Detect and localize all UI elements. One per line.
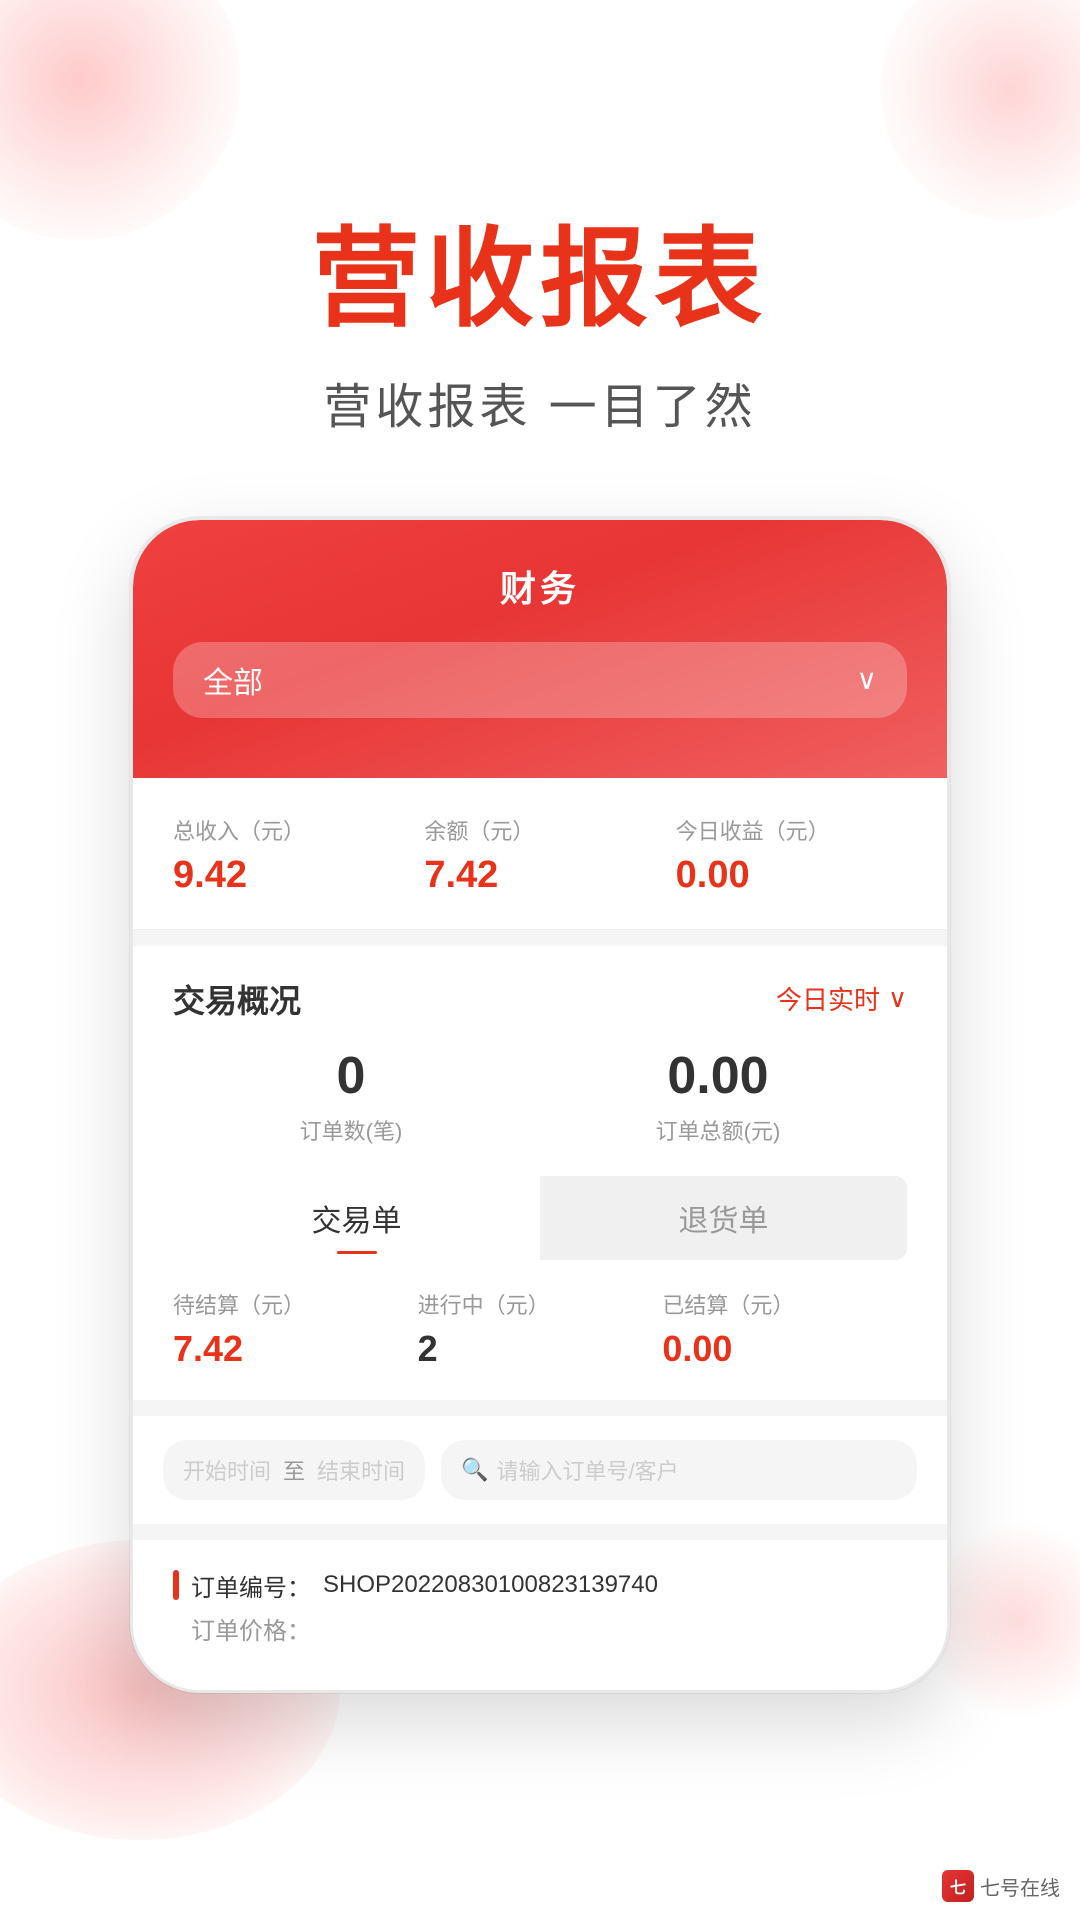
settlement-label-pending: 待结算（元） [173, 1288, 418, 1320]
summary-row: 总收入（元） 9.42 余额（元） 7.42 今日收益（元） 0.00 [173, 814, 907, 897]
summary-label-balance: 余额（元） [424, 814, 655, 846]
stat-order-count: 0 订单数(笔) [300, 1046, 403, 1146]
phone-content: 总收入（元） 9.42 余额（元） 7.42 今日收益（元） 0.00 [133, 778, 947, 1690]
order-number-row: 订单编号： SHOP20220830100823139740 [173, 1568, 907, 1603]
filter-label: 今日实时 [776, 980, 880, 1017]
filter-bar: 开始时间 至 结束时间 🔍 请输入订单号/客户 [133, 1416, 947, 1524]
settlement-row: 待结算（元） 7.42 进行中（元） 2 已结算（元） 0.00 [173, 1288, 907, 1370]
settlement-label-done: 已结算（元） [662, 1288, 907, 1320]
order-indicator [173, 1570, 179, 1600]
tab-transaction-label: 交易单 [312, 1205, 402, 1238]
settlement-value-pending: 7.42 [173, 1328, 418, 1370]
order-price-row: 订单价格： [173, 1611, 907, 1646]
tab-return-label: 退货单 [679, 1205, 769, 1238]
stat-label-order-total: 订单总额(元) [656, 1114, 781, 1146]
watermark: 七 七号在线 [942, 1870, 1060, 1902]
order-list: 订单编号： SHOP20220830100823139740 订单价格： [133, 1540, 947, 1690]
search-input-placeholder: 请输入订单号/客户 [496, 1454, 678, 1486]
summary-label-total-income: 总收入（元） [173, 814, 404, 846]
phone-header-title: 财务 [173, 560, 907, 612]
hero-section: 营收报表 营收报表 一目了然 [0, 0, 1080, 497]
order-number-label: 订单编号： [191, 1568, 311, 1603]
settlement-label-inprogress: 进行中（元） [418, 1288, 663, 1320]
summary-value-balance: 7.42 [424, 854, 655, 897]
tab-transaction[interactable]: 交易单 [173, 1176, 540, 1260]
settlement-done: 已结算（元） 0.00 [662, 1288, 907, 1370]
hero-title: 营收报表 [0, 220, 1080, 339]
summary-value-today: 0.00 [676, 854, 907, 897]
settlement-pending: 待结算（元） 7.42 [173, 1288, 418, 1370]
date-range-picker[interactable]: 开始时间 至 结束时间 [163, 1440, 425, 1500]
watermark-icon: 七 [942, 1870, 974, 1902]
order-price-label: 订单价格： [191, 1611, 311, 1646]
date-end-placeholder: 结束时间 [317, 1454, 405, 1486]
settlement-inprogress: 进行中（元） 2 [418, 1288, 663, 1370]
stat-order-total: 0.00 订单总额(元) [656, 1046, 781, 1146]
date-start-placeholder: 开始时间 [183, 1454, 271, 1486]
stat-value-order-count: 0 [300, 1046, 403, 1106]
date-separator: 至 [283, 1454, 305, 1486]
summary-item-balance: 余额（元） 7.42 [424, 814, 655, 897]
dropdown-selector[interactable]: 全部 ∨ [173, 642, 907, 718]
summary-value-total-income: 9.42 [173, 854, 404, 897]
tab-return[interactable]: 退货单 [540, 1176, 907, 1260]
stat-label-order-count: 订单数(笔) [300, 1114, 403, 1146]
order-number-value: SHOP20220830100823139740 [323, 1571, 658, 1599]
search-bar[interactable]: 🔍 请输入订单号/客户 [441, 1440, 917, 1500]
filter-arrow-icon: ∨ [888, 983, 907, 1014]
phone-frame: 财务 全部 ∨ 总收入（元） 9.42 余额（元） 7.42 [130, 517, 950, 1693]
summary-label-today: 今日收益（元） [676, 814, 907, 846]
watermark-text: 七号在线 [980, 1872, 1060, 1901]
summary-card: 总收入（元） 9.42 余额（元） 7.42 今日收益（元） 0.00 [133, 778, 947, 930]
phone-header: 财务 全部 ∨ [133, 520, 947, 778]
summary-item-total-income: 总收入（元） 9.42 [173, 814, 404, 897]
order-item: 订单编号： SHOP20220830100823139740 订单价格： [173, 1568, 907, 1646]
hero-subtitle: 营收报表 一目了然 [0, 367, 1080, 437]
transaction-card: 交易概况 今日实时 ∨ 0 订单数(笔) 0.00 订单总额(元) [133, 946, 947, 1400]
stat-value-order-total: 0.00 [656, 1046, 781, 1106]
dropdown-label: 全部 [203, 658, 263, 702]
transaction-stats: 0 订单数(笔) 0.00 订单总额(元) [173, 1046, 907, 1146]
summary-item-today: 今日收益（元） 0.00 [676, 814, 907, 897]
transaction-header: 交易概况 今日实时 ∨ [173, 976, 907, 1022]
settlement-value-inprogress: 2 [418, 1328, 663, 1370]
search-icon: 🔍 [461, 1457, 488, 1483]
transaction-filter-button[interactable]: 今日实时 ∨ [776, 980, 907, 1017]
dropdown-arrow-icon: ∨ [857, 663, 878, 696]
tabs-row: 交易单 退货单 [173, 1176, 907, 1260]
settlement-value-done: 0.00 [662, 1328, 907, 1370]
transaction-title: 交易概况 [173, 976, 301, 1022]
phone-mockup-wrapper: 财务 全部 ∨ 总收入（元） 9.42 余额（元） 7.42 [0, 517, 1080, 1693]
